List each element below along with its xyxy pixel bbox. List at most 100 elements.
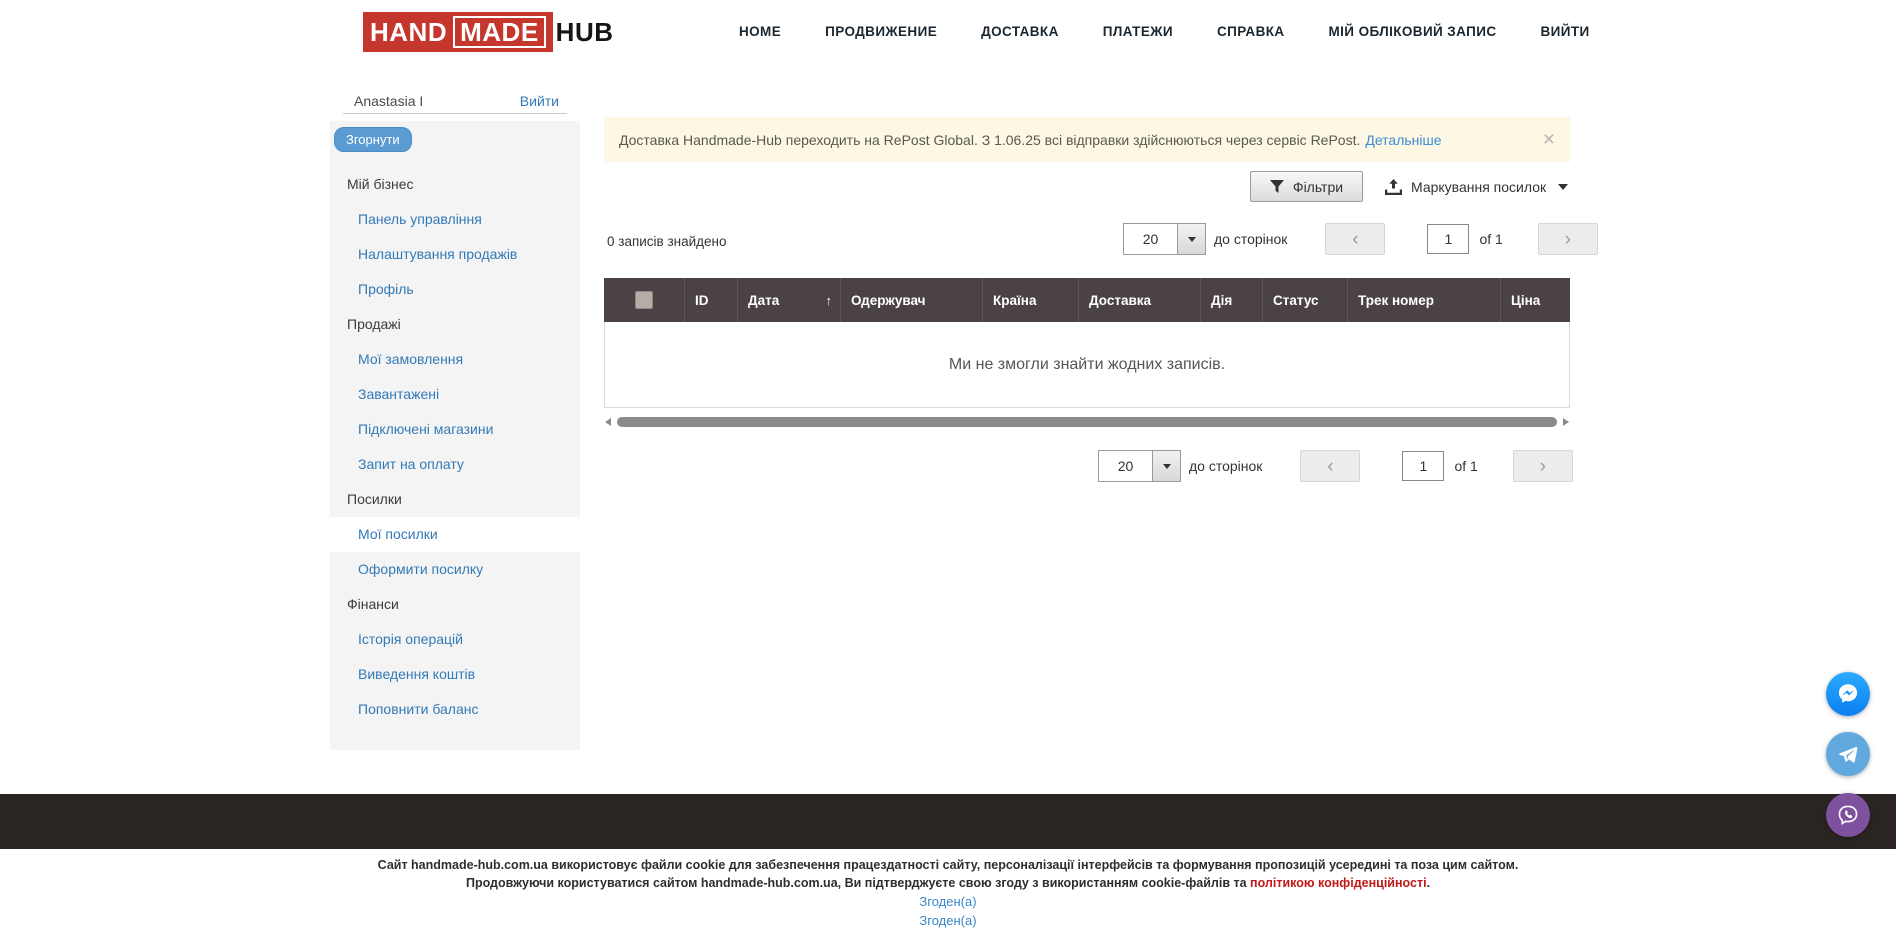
cookie-line2: Продовжуючи користуватися сайтом handmad… bbox=[0, 874, 1896, 892]
banner-text: Доставка Handmade-Hub переходить на RePo… bbox=[619, 132, 1360, 148]
page-of-label-bottom: of 1 bbox=[1454, 458, 1477, 474]
page-size-select[interactable]: 20 bbox=[1123, 223, 1206, 255]
column-price[interactable]: Ціна bbox=[1501, 278, 1570, 322]
page-of-label: of 1 bbox=[1479, 231, 1502, 247]
username: Anastasia I bbox=[354, 93, 423, 109]
parcel-marking-dropdown[interactable]: Маркування посилок bbox=[1385, 176, 1568, 198]
sidebar-item-withdraw-funds[interactable]: Виведення коштів bbox=[330, 657, 580, 692]
column-delivery[interactable]: Доставка bbox=[1079, 278, 1201, 322]
page-size-select-bottom[interactable]: 20 bbox=[1098, 450, 1181, 482]
messenger-icon bbox=[1835, 681, 1861, 707]
viber-icon bbox=[1835, 802, 1861, 828]
column-track-number[interactable]: Трек номер bbox=[1348, 278, 1501, 322]
telegram-button[interactable] bbox=[1826, 732, 1870, 776]
scroll-right-icon[interactable] bbox=[1563, 418, 1569, 426]
sidebar-item-operations-history[interactable]: Історія операцій bbox=[330, 622, 580, 657]
nav-help[interactable]: СПРАВКА bbox=[1217, 24, 1285, 39]
sidebar-item-sales-settings[interactable]: Налаштування продажів bbox=[330, 237, 580, 272]
horizontal-scrollbar bbox=[604, 416, 1570, 428]
nav-payments[interactable]: ПЛАТЕЖИ bbox=[1103, 24, 1173, 39]
sidebar-menu: Мій бізнес Панель управління Налаштуванн… bbox=[330, 167, 580, 727]
page-size-value-bottom: 20 bbox=[1099, 451, 1152, 481]
user-bar: Anastasia I Вийти bbox=[343, 88, 567, 114]
column-country[interactable]: Країна bbox=[983, 278, 1079, 322]
telegram-icon bbox=[1835, 741, 1861, 767]
main-nav: HOME ПРОДВИЖЕНИЕ ДОСТАВКА ПЛАТЕЖИ СПРАВК… bbox=[739, 0, 1590, 63]
column-date[interactable]: Дата ↑ bbox=[738, 278, 841, 322]
cookie-line1: Сайт handmade-hub.com.ua використовує фа… bbox=[0, 856, 1896, 874]
column-date-label: Дата bbox=[748, 293, 779, 308]
page-size-value: 20 bbox=[1124, 224, 1177, 254]
nav-delivery[interactable]: ДОСТАВКА bbox=[981, 24, 1059, 39]
column-status[interactable]: Статус bbox=[1263, 278, 1348, 322]
filters-button[interactable]: Фільтри bbox=[1250, 171, 1363, 202]
nav-home[interactable]: HOME bbox=[739, 24, 781, 39]
sidebar-item-create-parcel[interactable]: Оформити посилку bbox=[330, 552, 580, 587]
chevron-down-icon bbox=[1558, 184, 1568, 190]
logout-link[interactable]: Вийти bbox=[520, 93, 559, 109]
sidebar-item-my-orders[interactable]: Мої замовлення bbox=[330, 342, 580, 377]
cookie-line2-end: . bbox=[1427, 876, 1430, 890]
select-caret-icon-bottom bbox=[1152, 451, 1180, 481]
privacy-policy-link[interactable]: політикою конфіденційності bbox=[1250, 876, 1427, 890]
select-all-cell bbox=[604, 278, 685, 322]
banner-details-link[interactable]: Детальніше bbox=[1365, 132, 1441, 148]
logo-made: MADE bbox=[453, 16, 546, 48]
sidebar-section-finance: Фінанси bbox=[330, 587, 580, 622]
sort-asc-icon[interactable]: ↑ bbox=[826, 293, 833, 308]
nav-promotion[interactable]: ПРОДВИЖЕНИЕ bbox=[825, 24, 937, 39]
close-icon[interactable]: × bbox=[1543, 129, 1555, 150]
prev-page-button-bottom[interactable]: ‹ bbox=[1300, 450, 1360, 482]
logo-hub: HUB bbox=[553, 17, 614, 48]
viber-button[interactable] bbox=[1826, 793, 1870, 837]
sidebar-item-my-parcels[interactable]: Мої посилки bbox=[330, 517, 580, 552]
messenger-button[interactable] bbox=[1826, 672, 1870, 716]
notification-banner: Доставка Handmade-Hub переходить на RePo… bbox=[604, 117, 1570, 162]
sidebar-item-connected-stores[interactable]: Підключені магазини bbox=[330, 412, 580, 447]
parcels-table: ID Дата ↑ Одержувач Країна Доставка Дія … bbox=[604, 278, 1570, 408]
funnel-icon bbox=[1270, 180, 1284, 193]
page-number-input-bottom[interactable] bbox=[1402, 451, 1444, 481]
nav-logout[interactable]: ВИЙТИ bbox=[1541, 24, 1590, 39]
page: HAND MADE HUB HOME ПРОДВИЖЕНИЕ ДОСТАВКА … bbox=[0, 0, 1896, 937]
scroll-left-icon[interactable] bbox=[605, 418, 611, 426]
cookie-line2-text: Продовжуючи користуватися сайтом handmad… bbox=[466, 876, 1250, 890]
sidebar-item-uploaded[interactable]: Завантажені bbox=[330, 377, 580, 412]
column-recipient[interactable]: Одержувач bbox=[841, 278, 983, 322]
empty-message: Ми не змогли знайти жодних записів. bbox=[949, 356, 1225, 374]
logo[interactable]: HAND MADE HUB bbox=[363, 11, 614, 53]
marking-label: Маркування посилок bbox=[1411, 179, 1546, 195]
pagination-top: 20 до сторінок ‹ of 1 › bbox=[1123, 223, 1598, 255]
sidebar-item-dashboard[interactable]: Панель управління bbox=[330, 202, 580, 237]
scrollbar-thumb[interactable] bbox=[617, 417, 1557, 427]
column-action[interactable]: Дія bbox=[1201, 278, 1263, 322]
sidebar-section-sales: Продажі bbox=[330, 307, 580, 342]
sidebar-item-payment-request[interactable]: Запит на оплату bbox=[330, 447, 580, 482]
upload-icon bbox=[1385, 179, 1402, 195]
filters-label: Фільтри bbox=[1293, 179, 1343, 195]
next-page-button[interactable]: › bbox=[1538, 223, 1598, 255]
nav-my-account[interactable]: МІЙ ОБЛІКОВИЙ ЗАПИС bbox=[1329, 24, 1497, 39]
logo-hand: HAND bbox=[370, 19, 447, 45]
sidebar-item-top-up-balance[interactable]: Поповнити баланс bbox=[330, 692, 580, 727]
select-all-checkbox[interactable] bbox=[635, 291, 653, 309]
records-count: 0 записів знайдено bbox=[607, 234, 727, 249]
per-page-label: до сторінок bbox=[1214, 231, 1287, 247]
footer-cookie-notice: Сайт handmade-hub.com.ua використовує фа… bbox=[0, 856, 1896, 930]
agree-link-2[interactable]: Згоден(а) bbox=[0, 911, 1896, 930]
pagination-bottom: 20 до сторінок ‹ of 1 › bbox=[1098, 450, 1573, 482]
agree-link-1[interactable]: Згоден(а) bbox=[0, 892, 1896, 911]
sidebar-item-profile[interactable]: Профіль bbox=[330, 272, 580, 307]
sidebar-section-parcels: Посилки bbox=[330, 482, 580, 517]
sidebar-section-my-business: Мій бізнес bbox=[330, 167, 580, 202]
per-page-label-bottom: до сторінок bbox=[1189, 458, 1262, 474]
page-number-input[interactable] bbox=[1427, 224, 1469, 254]
sidebar: Згорнути Мій бізнес Панель управління На… bbox=[330, 121, 580, 750]
prev-page-button[interactable]: ‹ bbox=[1325, 223, 1385, 255]
next-page-button-bottom[interactable]: › bbox=[1513, 450, 1573, 482]
table-empty-body: Ми не змогли знайти жодних записів. bbox=[604, 322, 1570, 408]
footer-dark-bar bbox=[0, 794, 1896, 849]
collapse-button[interactable]: Згорнути bbox=[334, 127, 412, 152]
column-id[interactable]: ID bbox=[685, 278, 738, 322]
table-header-row: ID Дата ↑ Одержувач Країна Доставка Дія … bbox=[604, 278, 1570, 322]
